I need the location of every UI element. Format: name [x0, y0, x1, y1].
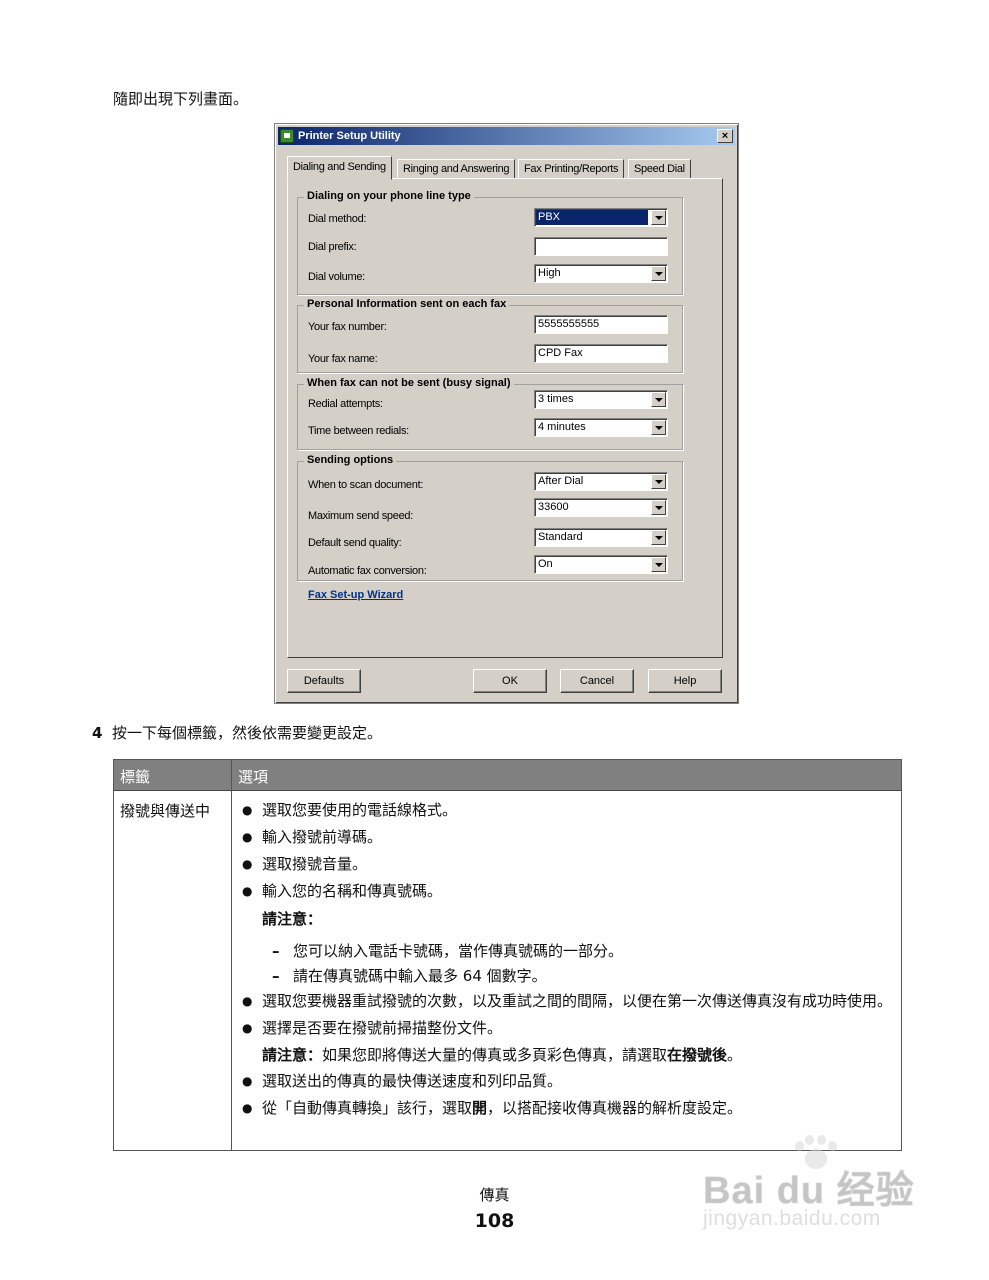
note2-label: 請注意：: [262, 1046, 323, 1064]
fax-number-input[interactable]: 5555555555: [534, 315, 668, 334]
step-text: 按一下每個標籤，然後依需要變更設定。: [112, 724, 383, 742]
last-bold: 開: [472, 1099, 488, 1117]
chevron-down-icon[interactable]: [651, 420, 666, 435]
dial-method-label: Dial method:: [308, 213, 367, 225]
defaults-button[interactable]: Defaults: [287, 669, 361, 693]
dial-method-value: PBX: [536, 210, 648, 225]
list-item: 輸入您的名稱和傳真號碼。: [242, 881, 897, 901]
send-quality-select[interactable]: Standard: [534, 528, 668, 547]
send-speed-value: 33600: [538, 501, 569, 513]
send-speed-select[interactable]: 33600: [534, 498, 668, 517]
chevron-down-icon[interactable]: [651, 500, 666, 515]
dial-method-select[interactable]: PBX: [534, 208, 668, 227]
chevron-down-icon[interactable]: [651, 530, 666, 545]
tab-ringing-and-answering[interactable]: Ringing and Answering: [397, 159, 516, 179]
last-text-a: 從「自動傳真轉換」該行，選取: [262, 1099, 473, 1117]
printer-setup-dialog: Printer Setup Utility × Dialing and Send…: [274, 123, 739, 704]
note-label: 請注意：: [262, 910, 323, 928]
time-between-redials-value: 4 minutes: [538, 421, 586, 433]
dial-volume-value: High: [538, 267, 561, 279]
chevron-down-icon[interactable]: [651, 557, 666, 572]
table-header: 標籤 選項: [114, 760, 901, 791]
note2-bold: 在撥號後: [667, 1046, 728, 1064]
scan-document-value: After Dial: [538, 475, 584, 487]
list-item: 選擇是否要在撥號前掃描整份文件。: [242, 1018, 897, 1038]
dial-volume-select[interactable]: High: [534, 264, 668, 283]
tab-speed-dial[interactable]: Speed Dial: [628, 159, 691, 179]
fax-conversion-select[interactable]: On: [534, 555, 668, 574]
list-item: 從「自動傳真轉換」該行，選取開，以搭配接收傳真機器的解析度設定。: [242, 1098, 897, 1118]
note-scan: 請注意：如果您即將傳送大量的傳真或多頁彩色傳真，請選取在撥號後。: [242, 1045, 897, 1065]
group-busy-title: When fax can not be sent (busy signal): [304, 377, 514, 389]
group-personal-info: Personal Information sent on each fax Yo…: [297, 298, 683, 373]
options-table: 標籤 選項 撥號與傳送中 選取您要使用的電話線格式。 輸入撥號前導碼。 選取撥號…: [113, 759, 902, 1151]
send-quality-label: Default send quality:: [308, 537, 402, 549]
group-dialing: Dialing on your phone line type Dial met…: [297, 190, 683, 295]
last-text-b: ，以搭配接收傳真機器的解析度設定。: [487, 1099, 743, 1117]
fax-number-label: Your fax number:: [308, 321, 387, 333]
group-busy-signal: When fax can not be sent (busy signal) R…: [297, 377, 683, 450]
column-divider: [231, 760, 232, 1150]
group-sending-options: Sending options When to scan document: A…: [297, 454, 683, 581]
chevron-down-icon[interactable]: [651, 474, 666, 489]
send-quality-value: Standard: [538, 531, 583, 543]
dial-volume-label: Dial volume:: [308, 271, 365, 283]
fax-name-label: Your fax name:: [308, 353, 378, 365]
group-sending-title: Sending options: [304, 454, 397, 466]
intro-text: 隨即出現下列畫面。: [113, 90, 249, 108]
dialog-titlebar: Printer Setup Utility ×: [278, 127, 735, 145]
list-item: 輸入撥號前導碼。: [242, 827, 897, 847]
step-number: 4: [92, 724, 103, 742]
note2-end: 。: [727, 1046, 743, 1064]
chevron-down-icon[interactable]: [651, 210, 666, 225]
tab-dialing-and-sending[interactable]: Dialing and Sending: [287, 156, 392, 180]
time-between-redials-select[interactable]: 4 minutes: [534, 418, 668, 437]
dial-prefix-input[interactable]: [534, 237, 668, 256]
dialog-title: Printer Setup Utility: [298, 130, 401, 142]
close-button[interactable]: ×: [717, 129, 733, 143]
dial-prefix-label: Dial prefix:: [308, 241, 357, 253]
footer-section-title: 傳真: [479, 1186, 510, 1204]
fax-setup-wizard-link[interactable]: Fax Set-up Wizard: [308, 589, 403, 601]
scan-document-select[interactable]: After Dial: [534, 472, 668, 491]
tab-panel: Dialing on your phone line type Dial met…: [287, 178, 723, 658]
help-button[interactable]: Help: [648, 669, 722, 693]
scan-document-label: When to scan document:: [308, 479, 424, 491]
step-instruction: 4 按一下每個標籤，然後依需要變更設定。: [92, 722, 382, 743]
printer-app-icon: [280, 129, 294, 143]
list-item: 選取撥號音量。: [242, 854, 897, 874]
chevron-down-icon[interactable]: [651, 266, 666, 281]
list-item: 選取送出的傳真的最快傳送速度和列印品質。: [242, 1071, 897, 1091]
fax-name-input[interactable]: CPD Fax: [534, 344, 668, 363]
fax-conversion-value: On: [538, 558, 553, 570]
tab-name-cell: 撥號與傳送中: [120, 802, 211, 820]
tab-fax-printing-reports[interactable]: Fax Printing/Reports: [518, 159, 625, 179]
list-item: 選取您要機器重試撥號的次數，以及重試之間的間隔，以便在第一次傳送傳真沒有成功時使…: [242, 991, 897, 1011]
dash-item: 您可以納入電話卡號碼，當作傳真號碼的一部分。: [242, 941, 897, 961]
fax-conversion-label: Automatic fax conversion:: [308, 565, 427, 577]
list-item: 選取您要使用的電話線格式。: [242, 800, 897, 820]
redial-attempts-value: 3 times: [538, 393, 574, 405]
group-dialing-title: Dialing on your phone line type: [304, 190, 474, 202]
redial-attempts-label: Redial attempts:: [308, 398, 383, 410]
header-options: 選項: [238, 768, 269, 786]
note-heading: 請注意：: [242, 909, 897, 929]
send-speed-label: Maximum send speed:: [308, 510, 413, 522]
chevron-down-icon[interactable]: [651, 392, 666, 407]
dash-item: 請在傳真號碼中輸入最多 64 個數字。: [242, 966, 897, 986]
header-tab: 標籤: [120, 768, 151, 786]
options-cell: 選取您要使用的電話線格式。 輸入撥號前導碼。 選取撥號音量。 輸入您的名稱和傳真…: [242, 800, 897, 1125]
redial-attempts-select[interactable]: 3 times: [534, 390, 668, 409]
cancel-button[interactable]: Cancel: [560, 669, 634, 693]
time-between-redials-label: Time between redials:: [308, 425, 409, 437]
page-number: 108: [474, 1210, 515, 1232]
note2-text: 如果您即將傳送大量的傳真或多頁彩色傳真，請選取: [322, 1046, 668, 1064]
group-personal-title: Personal Information sent on each fax: [304, 298, 510, 310]
ok-button[interactable]: OK: [473, 669, 547, 693]
